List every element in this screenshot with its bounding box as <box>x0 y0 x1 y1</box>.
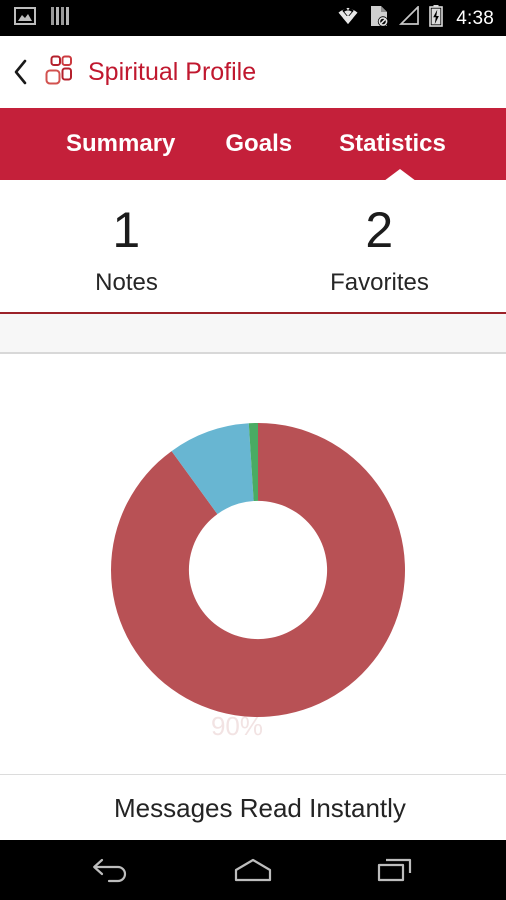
signal-icon <box>398 4 420 30</box>
sdcard-disabled-icon <box>369 5 389 32</box>
list-item-count-badge: 1 <box>34 793 48 821</box>
app-logo-icon <box>36 52 76 92</box>
app-screen: 4:38 Spiritual Profile Summary Goals Sta… <box>0 0 506 900</box>
list-item[interactable]: 1 Messages Read Instantly <box>0 774 506 840</box>
battery-charging-icon <box>429 4 444 32</box>
statistics-list: 1 Messages Read Instantly <box>0 774 506 840</box>
tab-statistics[interactable]: Statistics <box>339 132 446 156</box>
tab-summary[interactable]: Summary <box>66 132 175 156</box>
back-icon[interactable] <box>76 847 146 893</box>
android-nav-bar <box>0 840 506 900</box>
counter-favorites-value: 2 <box>365 201 394 258</box>
back-chevron-icon[interactable] <box>8 50 34 94</box>
statistics-chart-area: 90% <box>0 356 506 774</box>
recent-apps-icon[interactable] <box>360 847 430 893</box>
bars-icon <box>50 6 70 31</box>
status-bar: 4:38 <box>0 0 506 36</box>
home-icon[interactable] <box>218 847 288 893</box>
wifi-icon <box>336 6 360 30</box>
counter-notes: 1 Notes <box>0 180 253 313</box>
tab-goals[interactable]: Goals <box>225 132 292 156</box>
donut-chart-svg <box>110 423 405 717</box>
counter-favorites-label: Favorites <box>330 268 429 296</box>
page-title: Spiritual Profile <box>88 57 257 86</box>
section-spacer-band <box>0 314 506 354</box>
status-bar-right-icons: 4:38 <box>336 4 494 32</box>
counter-notes-label: Notes <box>95 268 158 296</box>
action-bar: Spiritual Profile <box>0 36 506 108</box>
summary-counters: 1 Notes 2 Favorites <box>0 180 506 313</box>
status-bar-left-icons <box>14 6 70 31</box>
tab-bar: Summary Goals Statistics <box>0 108 506 180</box>
donut-chart: 90% <box>110 423 405 739</box>
image-icon <box>14 6 36 30</box>
counter-favorites: 2 Favorites <box>253 180 506 313</box>
status-bar-clock: 4:38 <box>456 7 494 29</box>
list-item-label: Messages Read Instantly <box>114 792 406 823</box>
counter-notes-value: 1 <box>112 201 141 258</box>
